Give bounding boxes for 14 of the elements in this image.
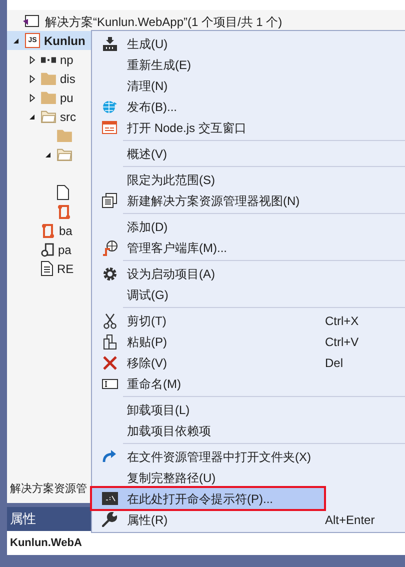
shortcut-label: Alt+Enter: [325, 512, 376, 528]
tree-item-label: np: [60, 52, 74, 68]
tree-item-label: src: [60, 108, 76, 126]
tree-item-label: ba: [59, 222, 72, 240]
tree-item-label: RE: [57, 260, 74, 278]
tree-item-label: dis: [60, 70, 76, 88]
shortcut-label: Ctrl+V: [325, 334, 360, 350]
tree-item-label: Kunlun: [44, 32, 86, 50]
object-name: Kunlun.WebA: [10, 536, 82, 551]
shortcut-label: Ctrl+X: [325, 312, 360, 330]
shortcut-label: Del: [325, 354, 344, 372]
tree-item-label: 解决方案“Kunlun.WebApp”(1 个项目/共 1 个): [45, 14, 282, 30]
tree-item-label: pa: [58, 242, 72, 258]
tree-item-label: pu: [60, 90, 74, 106]
